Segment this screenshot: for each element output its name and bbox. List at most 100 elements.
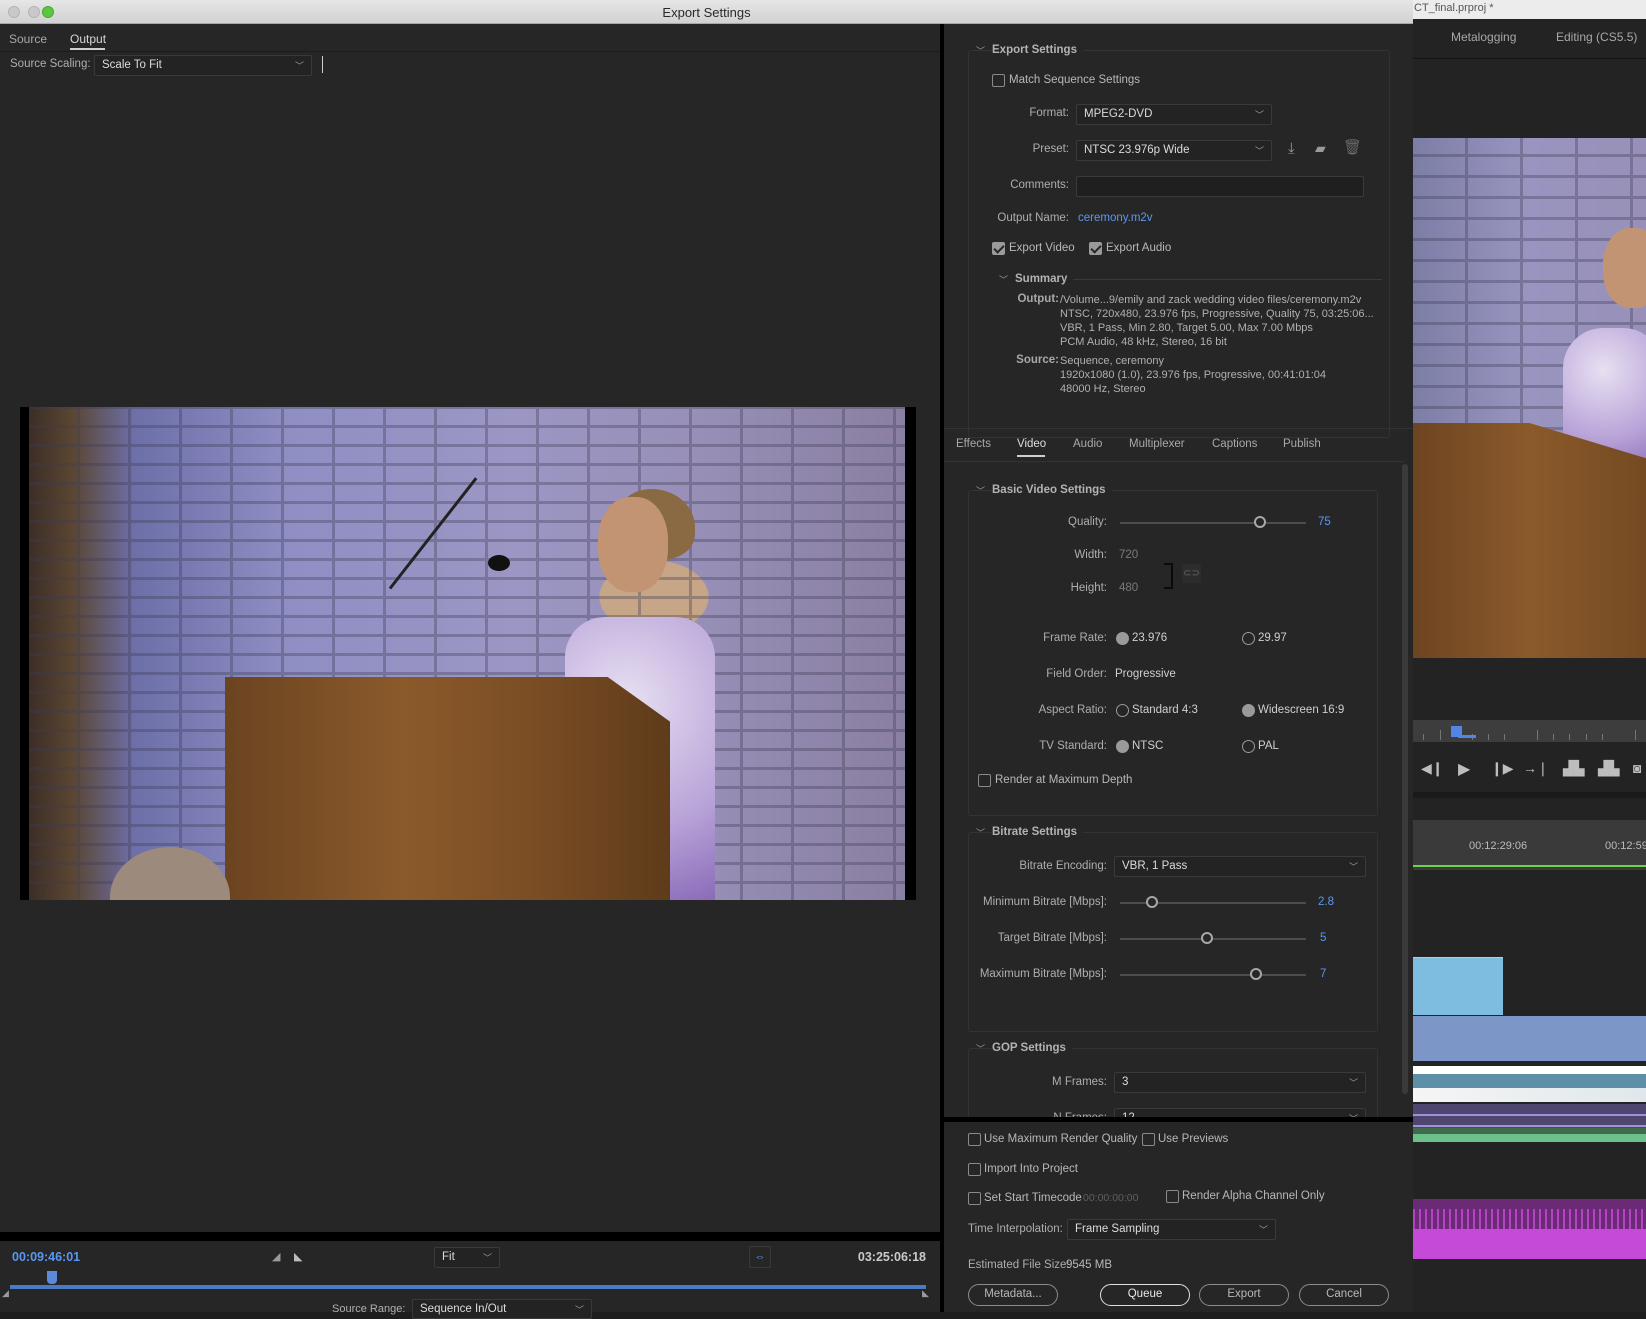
tab-source[interactable]: Source <box>9 32 47 46</box>
timeline-timecode: 00:12:59 <box>1605 840 1646 852</box>
tab-effects[interactable]: Effects <box>956 438 991 450</box>
timeline-ruler[interactable]: 00:12:29:06 00:12:59 <box>1413 820 1646 870</box>
source-range-label: Source Range: <box>332 1303 406 1315</box>
bitrate-encoding-dropdown[interactable]: VBR, 1 Pass ﹀ <box>1114 856 1366 877</box>
step-forward-icon[interactable]: ❙▶ <box>1491 760 1514 777</box>
source-scaling-dropdown[interactable]: Scale To Fit ﹀ <box>94 55 312 76</box>
collapse-caret-icon[interactable]: ﹀ <box>976 826 985 839</box>
max-bitrate-slider[interactable] <box>1120 974 1306 976</box>
max-depth-checkbox[interactable] <box>978 774 991 787</box>
aspect-radio-standard[interactable] <box>1116 704 1129 717</box>
comments-input[interactable] <box>1076 176 1364 197</box>
m-frames-dropdown[interactable]: 3 ﹀ <box>1114 1072 1366 1093</box>
tab-multiplexer[interactable]: Multiplexer <box>1129 438 1185 450</box>
basic-video-section <box>968 490 1378 816</box>
tab-captions[interactable]: Captions <box>1212 438 1257 450</box>
collapse-caret-icon[interactable]: ﹀ <box>976 484 985 497</box>
aspect-correction-icon[interactable]: ⇔ <box>749 1246 771 1268</box>
delete-preset-icon[interactable]: 🗑 <box>1343 138 1362 156</box>
render-alpha-checkbox[interactable] <box>1166 1190 1179 1203</box>
use-previews-checkbox[interactable] <box>1142 1133 1155 1146</box>
out-point-marker[interactable]: ◣ <box>922 1288 929 1299</box>
link-icon[interactable]: ⊂⊃ <box>1182 564 1201 583</box>
queue-button[interactable]: Queue <box>1100 1284 1190 1306</box>
quality-value[interactable]: 75 <box>1318 516 1331 528</box>
tab-video[interactable]: Video <box>1017 438 1046 450</box>
play-icon[interactable]: ▶ <box>1458 759 1470 779</box>
export-audio-checkbox[interactable] <box>1089 242 1102 255</box>
zoom-dropdown[interactable]: Fit ﹀ <box>434 1247 500 1268</box>
quality-slider[interactable] <box>1120 522 1306 524</box>
tv-option: NTSC <box>1132 740 1164 752</box>
export-settings-panel: ﹀ Export Settings Match Sequence Setting… <box>944 24 1413 1312</box>
audio-clip[interactable] <box>1413 1104 1646 1128</box>
target-bitrate-slider[interactable] <box>1120 938 1306 940</box>
time-interpolation-dropdown[interactable]: Frame Sampling ﹀ <box>1067 1219 1276 1240</box>
max-bitrate-thumb[interactable] <box>1249 968 1262 980</box>
format-dropdown[interactable]: MPEG2-DVD ﹀ <box>1076 104 1272 125</box>
max-render-quality-checkbox[interactable] <box>968 1133 981 1146</box>
save-preset-icon[interactable]: ⤓ <box>1288 140 1295 157</box>
audio-clip[interactable] <box>1413 1128 1646 1142</box>
lift-icon[interactable]: ▟▙ <box>1563 760 1585 777</box>
match-sequence-checkbox[interactable] <box>992 74 1005 87</box>
cancel-button[interactable]: Cancel <box>1299 1284 1389 1306</box>
frame-rate-radio-23976[interactable] <box>1116 632 1129 645</box>
audio-clip[interactable] <box>1413 1066 1646 1102</box>
aspect-option: Standard 4:3 <box>1132 704 1198 716</box>
import-preset-icon[interactable]: ▰ <box>1315 140 1326 157</box>
tab-publish[interactable]: Publish <box>1283 438 1321 450</box>
current-timecode[interactable]: 00:09:46:01 <box>12 1250 80 1264</box>
workspace-tab-metalogging[interactable]: Metalogging <box>1451 30 1516 44</box>
tab-audio[interactable]: Audio <box>1073 438 1102 450</box>
set-out-point-icon[interactable]: ◣ <box>294 1250 302 1263</box>
chevron-down-icon: ﹀ <box>1348 1078 1358 1088</box>
set-start-timecode-checkbox[interactable] <box>968 1192 981 1205</box>
aspect-radio-widescreen[interactable] <box>1242 704 1255 717</box>
metadata-button[interactable]: Metadata... <box>968 1284 1058 1306</box>
video-clip[interactable] <box>1413 1016 1646 1061</box>
bitrate-encoding-value: VBR, 1 Pass <box>1122 860 1188 872</box>
settings-scrollbar[interactable] <box>1402 464 1408 1094</box>
camera-icon[interactable]: ◙ <box>1633 760 1641 776</box>
format-value: MPEG2-DVD <box>1084 108 1153 120</box>
import-into-project-checkbox[interactable] <box>968 1163 981 1176</box>
collapse-caret-icon[interactable]: ﹀ <box>976 1042 985 1055</box>
go-to-out-icon[interactable]: →❘ <box>1523 760 1549 777</box>
tv-radio-pal[interactable] <box>1242 740 1255 753</box>
tv-radio-ntsc[interactable] <box>1116 740 1129 753</box>
export-video-checkbox[interactable] <box>992 242 1005 255</box>
preset-dropdown[interactable]: NTSC 23.976p Wide ﹀ <box>1076 140 1272 161</box>
set-in-point-icon[interactable]: ◢ <box>272 1250 280 1263</box>
file-size-value: 9545 MB <box>1066 1259 1113 1271</box>
max-bitrate-value[interactable]: 7 <box>1320 968 1326 980</box>
chevron-down-icon: ﹀ <box>294 61 304 71</box>
min-bitrate-thumb[interactable] <box>1145 896 1158 908</box>
step-back-icon[interactable]: ◀❙ <box>1421 760 1444 777</box>
min-bitrate-value[interactable]: 2.8 <box>1318 896 1334 908</box>
workspace-tab-editing[interactable]: Editing (CS5.5) <box>1556 30 1637 44</box>
tab-output[interactable]: Output <box>70 32 106 46</box>
collapse-caret-icon[interactable]: ﹀ <box>976 44 985 57</box>
start-timecode-input[interactable]: 00:00:00:00 <box>1083 1192 1138 1204</box>
in-point-marker[interactable]: ◢ <box>2 1288 9 1299</box>
video-clip[interactable] <box>1413 957 1503 1015</box>
quality-label: Quality: <box>1068 516 1107 528</box>
preset-value: NTSC 23.976p Wide <box>1084 144 1190 156</box>
source-scaling-label: Source Scaling: <box>10 58 91 70</box>
audio-clip[interactable] <box>1413 1199 1646 1259</box>
program-monitor-ruler[interactable] <box>1413 720 1646 742</box>
extract-icon[interactable]: ▟▙ <box>1598 760 1620 777</box>
collapse-caret-icon[interactable]: ﹀ <box>999 273 1008 286</box>
quality-slider-thumb[interactable] <box>1253 516 1266 528</box>
export-button[interactable]: Export <box>1199 1284 1289 1306</box>
playhead-handle[interactable] <box>47 1271 58 1284</box>
frame-rate-radio-2997[interactable] <box>1242 632 1255 645</box>
output-name-link[interactable]: ceremony.m2v <box>1078 212 1153 224</box>
chevron-down-icon: ﹀ <box>1254 146 1264 156</box>
source-range-dropdown[interactable]: Sequence In/Out ﹀ <box>412 1299 592 1319</box>
render-alpha-label: Render Alpha Channel Only <box>1182 1190 1325 1202</box>
export-video-label: Export Video <box>1009 242 1075 254</box>
scrub-track[interactable] <box>10 1285 926 1289</box>
target-bitrate-value[interactable]: 5 <box>1320 932 1326 944</box>
